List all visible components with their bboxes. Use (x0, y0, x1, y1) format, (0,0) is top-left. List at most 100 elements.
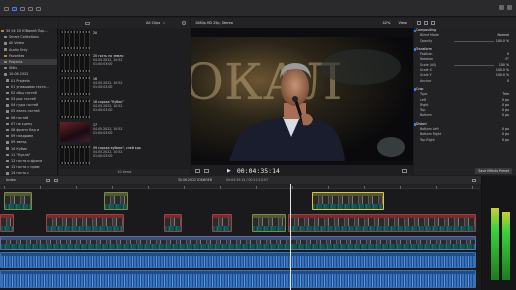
library-header (0, 18, 58, 28)
browser-clip[interactable]: 09 сорока кубики", слей кор 04.05.2022, 1… (59, 143, 190, 169)
chevron-down-icon[interactable]: ▾ (163, 21, 165, 25)
inspector-label: Top Right (420, 137, 435, 142)
clip-dur: 01:00:03:00 (93, 62, 113, 67)
ruler-tick (292, 186, 293, 189)
timeline-video-clip[interactable] (0, 214, 14, 232)
titles-icon[interactable] (28, 7, 33, 11)
library-toggle-icon[interactable] (12, 7, 17, 11)
folder-icon (6, 97, 9, 101)
clip-meta: 20 (93, 31, 97, 35)
browser-footer: 10 items (59, 169, 190, 175)
video-frame: ОКАЛ (191, 37, 413, 161)
forward-arrow-icon[interactable] (53, 178, 58, 182)
background-tasks-icon[interactable] (507, 5, 512, 10)
clip-dur: 01:00:03:00 (93, 85, 113, 90)
viewer-format: 1080p HD 25p, Stereo (195, 21, 233, 25)
timeline-video-clip[interactable] (104, 192, 128, 210)
clip-meta: 20 гость по земли 04.05.2022, 10:52 01:00:… (93, 54, 123, 67)
library-sidebar: 30 04 20 Юбилей Пар... Smart Collections A… (0, 28, 58, 175)
playhead[interactable] (290, 184, 291, 290)
clip-waveform (253, 226, 285, 231)
clip-browser: 20 20 гость по земли 04.05.2022, 10:52 01:0… (59, 28, 190, 169)
folder-icon (6, 147, 9, 150)
ruler-tick (184, 186, 185, 189)
clip-dur: 01:00:03:00 (93, 131, 113, 136)
folder-icon (4, 42, 7, 45)
view-menu[interactable]: View (398, 21, 407, 25)
folder-icon (6, 166, 9, 169)
folder-icon (6, 172, 9, 175)
clip-dur: 01:00:03:00 (93, 154, 113, 159)
clip-waveform (1, 244, 475, 249)
ruler-tick (220, 186, 221, 189)
video-frame-image: ОКАЛ (191, 37, 413, 161)
timeline-video-clip[interactable] (252, 214, 286, 232)
clip-waveform (47, 226, 123, 231)
clip-thumbnail[interactable] (60, 99, 90, 119)
clip-thumbnail[interactable] (60, 53, 90, 73)
timeline-video-clip[interactable] (288, 214, 476, 232)
import-icon[interactable] (4, 7, 9, 11)
clip-meta: 16 04.05.2022, 10:52 01:00:03:00 (93, 77, 122, 90)
clip-thumbnail[interactable] (60, 122, 90, 142)
filmstrip-view-icon[interactable] (85, 21, 90, 25)
clip-appearance-icon[interactable] (472, 178, 476, 182)
folder-icon (6, 128, 9, 132)
ruler-tick (400, 186, 401, 189)
clip-waveform (165, 226, 181, 231)
timeline-video-clip[interactable] (0, 236, 476, 250)
clip-filter[interactable]: All Clips (146, 21, 160, 25)
ruler-tick (40, 186, 41, 189)
window-controls (499, 5, 512, 10)
folder-icon (4, 36, 7, 39)
viewer-timecode: 00:04:35:14 (236, 166, 280, 175)
browser-header: All Clips ▾ (59, 18, 190, 28)
clip-thumbnail[interactable] (60, 30, 90, 50)
viewer-zoom[interactable]: 42% (382, 21, 390, 25)
fullscreen-icon[interactable] (402, 168, 407, 173)
clip-meta: 16 сорока "Кубик" 04.05.2022, 10:52 01:00:… (93, 100, 124, 113)
folder-icon (6, 122, 9, 126)
back-arrow-icon[interactable] (45, 178, 50, 182)
clip-thumbnail[interactable] (60, 145, 90, 165)
save-effects-preset-button[interactable]: Save Effects Preset (475, 167, 512, 174)
audio-meter-left (491, 208, 499, 280)
color-inspector-icon[interactable] (424, 21, 428, 25)
clip-meta: 09 сорока кубики", слей кор 04.05.2022, 1… (93, 146, 141, 159)
photos-icon[interactable] (20, 7, 25, 11)
timeline-video-clip[interactable] (164, 214, 182, 232)
folder-icon (6, 116, 9, 119)
viewer: ОКАЛ (191, 28, 413, 165)
timeline-video-clip[interactable] (212, 214, 232, 232)
timeline-ruler[interactable] (0, 184, 480, 189)
timeline-video-clip[interactable] (46, 214, 124, 232)
folder-icon (6, 104, 9, 107)
share-icon[interactable] (499, 5, 504, 10)
clip-waveform (289, 226, 475, 231)
timeline[interactable] (0, 184, 480, 290)
inspector-slider[interactable] (454, 40, 494, 42)
play-icon[interactable]: ▶ (227, 168, 231, 174)
clip-name: 20 (93, 31, 98, 35)
folder-icon (6, 159, 9, 163)
inspector-value[interactable]: 0 px (502, 138, 509, 143)
viewer-controls: ▶ 00:04:35:14 (191, 165, 413, 176)
keyword-icon[interactable] (36, 7, 41, 11)
timeline-video-clip[interactable] (312, 192, 384, 210)
timeline-audio-clip[interactable] (0, 252, 476, 268)
ruler-tick (256, 186, 257, 189)
search-icon[interactable] (182, 21, 186, 25)
inspector-row[interactable]: Top Right 0 px (414, 138, 516, 143)
folder-icon (4, 48, 7, 51)
index-button[interactable]: Index (6, 178, 16, 182)
transform-icon[interactable] (195, 168, 200, 173)
inspector-slider[interactable] (454, 65, 494, 67)
timeline-audio-clip[interactable] (0, 270, 476, 288)
clip-thumbnail[interactable] (60, 76, 90, 96)
enhance-icon[interactable] (204, 168, 209, 173)
backdrop-text: ОКАЛ (191, 53, 342, 111)
video-inspector-icon[interactable] (417, 21, 421, 25)
info-inspector-icon[interactable] (431, 21, 435, 25)
timeline-video-clip[interactable] (4, 192, 32, 210)
library-item[interactable]: 14 гость с (0, 170, 57, 175)
